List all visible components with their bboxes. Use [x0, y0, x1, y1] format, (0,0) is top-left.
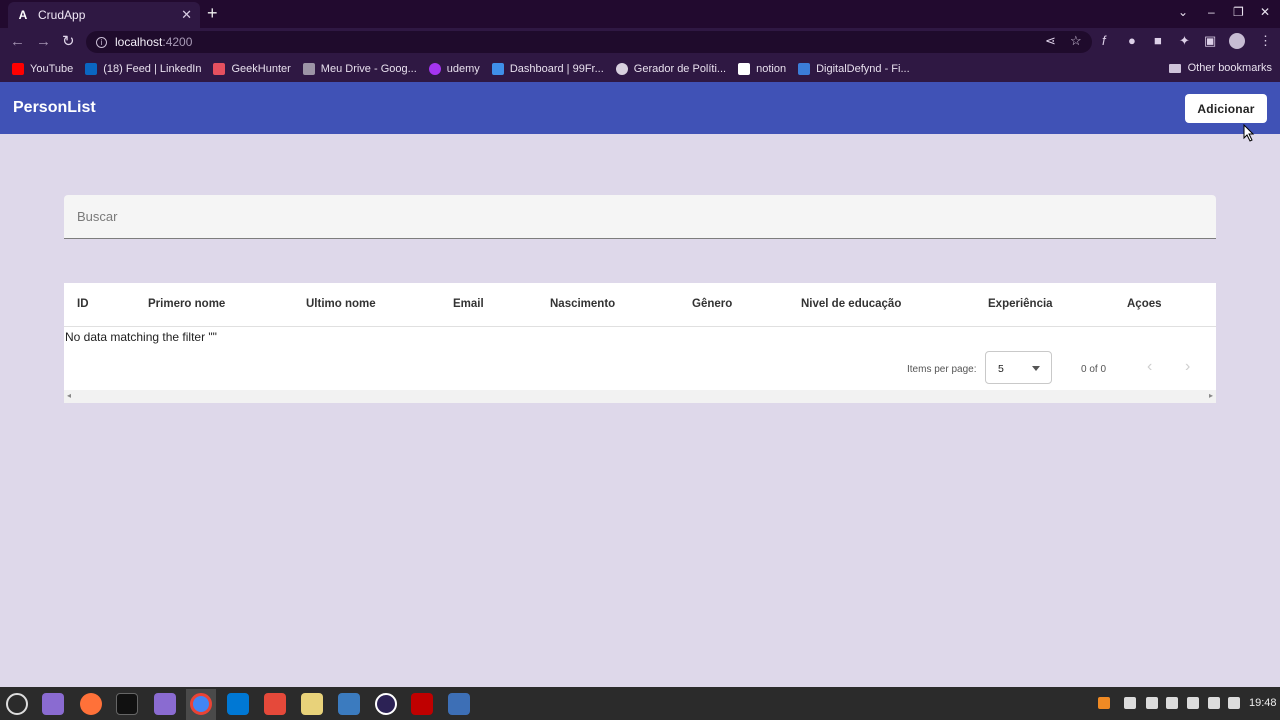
scroll-right-icon[interactable]: ▸ — [1209, 391, 1213, 400]
folder-icon[interactable] — [154, 693, 176, 715]
bookmark-udemy[interactable]: udemy — [428, 63, 480, 75]
close-icon[interactable]: ✕ — [181, 7, 192, 23]
dashboard-icon — [491, 63, 504, 75]
extension-fx-icon[interactable]: f — [1102, 34, 1106, 48]
items-per-page-label: Items per page: — [907, 364, 977, 375]
vscode-icon[interactable] — [227, 693, 249, 715]
next-page-icon[interactable]: › — [1185, 358, 1190, 376]
camera-icon[interactable] — [448, 693, 470, 715]
dropdown-arrow-icon — [1032, 366, 1040, 371]
tab-crudapp[interactable]: A CrudApp ✕ — [8, 2, 200, 28]
folder-icon — [1168, 63, 1181, 73]
bookmark-gerador[interactable]: Gerador de Políti... — [615, 63, 726, 75]
network-icon[interactable] — [1208, 697, 1220, 709]
digitaldefynd-icon — [798, 63, 811, 75]
tray-shield-icon[interactable] — [1166, 697, 1178, 709]
search-field[interactable] — [64, 195, 1216, 239]
previous-page-icon[interactable]: ‹ — [1147, 358, 1152, 376]
profile-avatar-icon[interactable] — [1229, 33, 1245, 49]
star-icon[interactable]: ☆ — [1070, 34, 1082, 48]
share-icon[interactable]: ⋖ — [1045, 34, 1056, 48]
bookmark-notion[interactable]: notion — [738, 63, 786, 75]
firefox-icon[interactable] — [80, 693, 102, 715]
eclipse-icon[interactable] — [375, 693, 397, 715]
bookmark-youtube[interactable]: YouTube — [12, 63, 73, 75]
udemy-icon — [428, 63, 441, 75]
volume-icon[interactable] — [1228, 697, 1240, 709]
column-header-id[interactable]: ID — [77, 298, 89, 310]
page-range: 0 of 0 — [1081, 364, 1107, 375]
tray-screenshot-icon[interactable] — [1124, 697, 1136, 709]
table-header: ID Primero nome Ultimo nome Email Nascim… — [64, 283, 1216, 327]
files-icon[interactable] — [42, 693, 64, 715]
url-host: localhost — [115, 35, 163, 49]
bookmark-digitaldefynd[interactable]: DigitalDefynd - Fi... — [798, 63, 910, 75]
menu-icon[interactable] — [6, 693, 28, 715]
new-tab-icon[interactable]: + — [207, 4, 218, 22]
reload-icon[interactable]: ↻ — [62, 33, 75, 50]
app-toolbar: PersonList Adicionar — [0, 82, 1280, 134]
tray-doc-icon[interactable] — [1187, 697, 1199, 709]
tray-app-icon[interactable] — [1098, 697, 1110, 709]
chrome-icon[interactable] — [190, 693, 212, 715]
notion-icon — [738, 63, 751, 75]
column-header-last-name[interactable]: Ultimo nome — [306, 298, 376, 310]
column-header-birth[interactable]: Nascimento — [550, 298, 615, 310]
column-header-first-name[interactable]: Primero nome — [148, 298, 225, 310]
bookmark-dashboard[interactable]: Dashboard | 99Fr... — [491, 63, 604, 75]
column-header-actions: Açoes — [1127, 298, 1162, 310]
tray-clipboard-icon[interactable] — [1146, 697, 1158, 709]
clock[interactable]: 19:48 — [1249, 697, 1277, 709]
globe-icon — [615, 63, 628, 75]
app-title: PersonList — [13, 99, 96, 116]
column-header-email[interactable]: Email — [453, 298, 484, 310]
tab-title: CrudApp — [38, 8, 86, 22]
angular-favicon-icon: A — [18, 8, 28, 22]
browser-tab-bar: A CrudApp ✕ + ⌄ – ❐ ✕ — [0, 0, 1280, 28]
linkedin-icon — [85, 63, 98, 75]
geekhunter-icon — [213, 63, 226, 75]
no-data-message: No data matching the filter "" — [65, 330, 217, 344]
horizontal-scrollbar[interactable]: ◂ ▸ — [64, 390, 1216, 403]
git-icon[interactable] — [264, 693, 286, 715]
scroll-left-icon[interactable]: ◂ — [67, 391, 71, 400]
back-icon[interactable]: ← — [10, 33, 25, 50]
restore-icon[interactable]: ❐ — [1233, 5, 1244, 19]
puzzle-icon[interactable]: ✦ — [1179, 34, 1190, 48]
add-button[interactable]: Adicionar — [1185, 94, 1267, 123]
other-bookmarks[interactable]: Other bookmarks — [1168, 62, 1272, 74]
address-bar[interactable]: i localhost:4200 — [86, 31, 1092, 53]
search-input[interactable] — [64, 195, 1216, 238]
bookmark-drive[interactable]: Meu Drive - Goog... — [302, 63, 417, 75]
bookmark-linkedin[interactable]: (18) Feed | LinkedIn — [85, 63, 201, 75]
settings-icon[interactable] — [301, 693, 323, 715]
youtube-icon — [12, 63, 24, 75]
column-header-education[interactable]: Nivel de educação — [801, 298, 901, 310]
forward-icon[interactable]: → — [36, 33, 51, 50]
taskbar: 19:48 — [0, 687, 1280, 720]
bookmark-geekhunter[interactable]: GeekHunter — [213, 63, 291, 75]
column-header-gender[interactable]: Gênero — [692, 298, 732, 310]
mysql-icon[interactable] — [338, 693, 360, 715]
browser-toolbar: ← → ↻ i localhost:4200 ⋖ ☆ f ● ■ ✦ ▣ ⋮ — [0, 28, 1280, 56]
terminal-icon[interactable] — [116, 693, 138, 715]
window-close-icon[interactable]: ✕ — [1260, 5, 1270, 19]
extension-tomato-icon[interactable]: ● — [1128, 34, 1136, 48]
info-icon[interactable]: i — [96, 36, 107, 48]
chevron-down-icon[interactable]: ⌄ — [1178, 5, 1188, 19]
column-header-experience[interactable]: Experiência — [988, 298, 1053, 310]
sidepanel-icon[interactable]: ▣ — [1204, 34, 1216, 48]
filezilla-icon[interactable] — [411, 693, 433, 715]
kebab-menu-icon[interactable]: ⋮ — [1259, 34, 1272, 48]
minimize-icon[interactable]: – — [1208, 5, 1215, 19]
bookmarks-bar: YouTube (18) Feed | LinkedIn GeekHunter … — [0, 56, 1280, 82]
url-port: :4200 — [162, 35, 193, 49]
page-size-select[interactable]: 5 — [985, 351, 1052, 384]
paginator: Items per page: 5 0 of 0 ‹ › — [64, 349, 1216, 389]
mouse-cursor-icon — [1243, 124, 1255, 142]
person-table: ID Primero nome Ultimo nome Email Nascim… — [64, 283, 1216, 403]
page-size-value: 5 — [998, 363, 1004, 375]
drive-icon — [302, 63, 315, 75]
extension-box-icon[interactable]: ■ — [1154, 34, 1162, 48]
